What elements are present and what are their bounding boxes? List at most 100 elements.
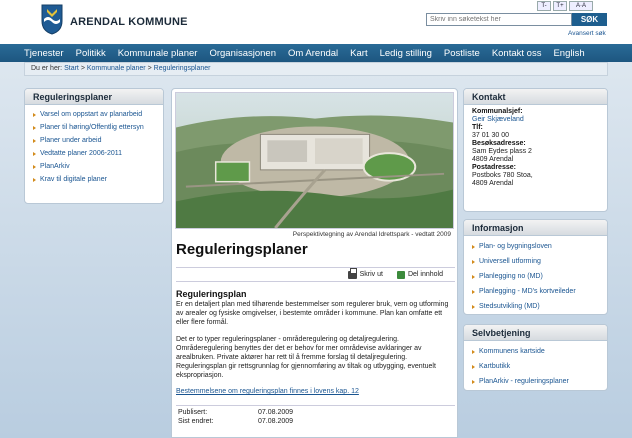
left-menu-item-label[interactable]: PlanArkiv <box>40 163 70 170</box>
phone-value: 37 01 30 00 <box>472 132 509 139</box>
print-label: Skriv ut <box>359 271 383 278</box>
published-row: Publisert: 07.08.2009 <box>176 409 455 418</box>
sports-park-perspective-image <box>175 92 454 229</box>
left-menu-item[interactable]: Varsel om oppstart av planarbeid <box>33 108 155 121</box>
contact-panel: Kontakt Kommunalsjef: Geir Skjæveland Tl… <box>463 88 608 212</box>
font-increase-button[interactable]: T+ <box>553 1 567 11</box>
information-list: Plan- og bygningsloven Universell utform… <box>464 236 607 314</box>
edited-label: Sist endret: <box>178 418 214 425</box>
arrow-bullet-icon <box>472 244 475 249</box>
left-menu-item-label[interactable]: Varsel om oppstart av planarbeid <box>40 111 142 118</box>
left-menu-item[interactable]: Krav til digitale planer <box>33 173 155 186</box>
publish-meta: Publisert: 07.08.2009 Sist endret: 07.08… <box>176 405 455 427</box>
info-item[interactable]: Stedsutvikling (MD) <box>472 299 599 314</box>
arrow-bullet-icon <box>33 112 36 117</box>
arrow-bullet-icon <box>472 289 475 294</box>
arrow-bullet-icon <box>33 125 36 130</box>
printer-icon <box>347 267 357 279</box>
breadcrumb-kommunale-planer[interactable]: Kommunale planer <box>87 65 146 72</box>
arrow-bullet-icon <box>472 349 475 354</box>
nav-kommunale-planer[interactable]: Kommunale planer <box>118 48 198 59</box>
contact-person-link[interactable]: Geir Skjæveland <box>472 116 524 123</box>
contact-details: Kommunalsjef: Geir Skjæveland Tlf: 37 01… <box>464 105 607 191</box>
breadcrumb-prefix: Du er her: <box>31 65 63 72</box>
information-panel: Informasjon Plan- og bygningsloven Unive… <box>463 219 608 315</box>
info-item[interactable]: Plan- og bygningsloven <box>472 239 599 254</box>
edited-row: Sist endret: 07.08.2009 <box>176 418 455 427</box>
arrow-bullet-icon <box>33 151 36 156</box>
nav-tjenester[interactable]: Tjenester <box>24 48 64 59</box>
section-heading: Reguleringsplan <box>176 289 247 299</box>
arrow-bullet-icon <box>33 177 36 182</box>
nav-ledig-stilling[interactable]: Ledig stilling <box>380 48 432 59</box>
page-tools: Skriv ut Del innhold <box>176 267 455 282</box>
info-item-label[interactable]: Universell utforming <box>479 258 541 265</box>
self-service-list: Kommunens kartside Kartbutikk PlanArkiv … <box>464 341 607 390</box>
edited-value: 07.08.2009 <box>258 418 294 425</box>
nav-organisasjonen[interactable]: Organisasjonen <box>209 48 276 59</box>
visit-address-line2: 4809 Arendal <box>472 156 514 163</box>
published-value: 07.08.2009 <box>258 409 294 416</box>
nav-kontakt-oss[interactable]: Kontakt oss <box>492 48 542 59</box>
font-decrease-button[interactable]: T- <box>537 1 551 11</box>
intro-paragraph: Er en detaljert plan med tilhørende best… <box>176 301 449 326</box>
search-input[interactable] <box>426 13 572 26</box>
font-reset-button[interactable]: A·A <box>569 1 593 11</box>
main-content: Perspektivtegning av Arendal Idrettspark… <box>171 88 458 438</box>
advanced-search-link[interactable]: Avansert søk <box>568 30 606 37</box>
law-chapter-link[interactable]: Bestemmelsene om reguleringsplan finnes … <box>176 388 359 395</box>
nav-postliste[interactable]: Postliste <box>444 48 480 59</box>
published-label: Publisert: <box>178 409 208 416</box>
left-menu-panel: Reguleringsplaner Varsel om oppstart av … <box>24 88 164 204</box>
post-address-line1: Postboks 780 Stoa, <box>472 172 533 179</box>
print-button[interactable]: Skriv ut <box>347 267 383 279</box>
site-header: ARENDAL KOMMUNE T- T+ A·A SØK Avansert s… <box>0 0 632 44</box>
info-item-label[interactable]: Planlegging - MD's kortveileder <box>479 288 576 295</box>
nav-om-arendal[interactable]: Om Arendal <box>288 48 338 59</box>
breadcrumb-reguleringsplaner[interactable]: Reguleringsplaner <box>154 65 211 72</box>
self-service-panel: Selvbetjening Kommunens kartside Kartbut… <box>463 324 608 391</box>
self-service-item[interactable]: PlanArkiv - reguleringsplaner <box>472 374 599 389</box>
site-name[interactable]: ARENDAL KOMMUNE <box>70 16 188 28</box>
left-menu-item-label[interactable]: Vedtatte planer 2006-2011 <box>40 150 122 157</box>
left-menu-item-label[interactable]: Planer under arbeid <box>40 137 102 144</box>
nav-kart[interactable]: Kart <box>350 48 367 59</box>
image-caption: Perspektivtegning av Arendal Idrettspark… <box>292 231 451 238</box>
self-service-item-label[interactable]: Kommunens kartside <box>479 348 545 355</box>
search-button[interactable]: SØK <box>572 13 607 26</box>
nav-politikk[interactable]: Politikk <box>76 48 106 59</box>
main-navigation: Tjenester Politikk Kommunale planer Orga… <box>0 44 632 62</box>
body-paragraph: Det er to typer reguleringsplaner - områ… <box>176 336 436 379</box>
phone-label: Tlf: <box>472 124 483 131</box>
nav-english[interactable]: English <box>553 48 584 59</box>
info-item[interactable]: Universell utforming <box>472 254 599 269</box>
left-menu-item-label[interactable]: Planer til høring/Offentlig ettersyn <box>40 124 144 131</box>
contact-role-label: Kommunalsjef: <box>472 108 523 115</box>
page-title: Reguleringsplaner <box>176 241 308 258</box>
left-menu-item[interactable]: Planer under arbeid <box>33 134 155 147</box>
font-size-controls: T- T+ A·A <box>537 1 593 11</box>
info-item[interactable]: Planlegging - MD's kortveileder <box>472 284 599 299</box>
breadcrumb: Du er her: Start > Kommunale planer > Re… <box>24 62 608 76</box>
information-title: Informasjon <box>464 220 607 236</box>
info-item-label[interactable]: Stedsutvikling (MD) <box>479 303 540 310</box>
info-item-label[interactable]: Plan- og bygningsloven <box>479 243 552 250</box>
left-menu-item-label[interactable]: Krav til digitale planer <box>40 176 107 183</box>
arrow-bullet-icon <box>472 259 475 264</box>
visit-address-line1: Sam Eydes plass 2 <box>472 148 532 155</box>
left-menu-list: Varsel om oppstart av planarbeid Planer … <box>25 105 163 189</box>
breadcrumb-start[interactable]: Start <box>64 65 79 72</box>
contact-title: Kontakt <box>464 89 607 105</box>
info-item[interactable]: Planlegging no (MD) <box>472 269 599 284</box>
share-button[interactable]: Del innhold <box>396 270 443 279</box>
municipal-crest-logo[interactable] <box>40 3 64 35</box>
info-item-label[interactable]: Planlegging no (MD) <box>479 273 543 280</box>
left-menu-item[interactable]: Planer til høring/Offentlig ettersyn <box>33 121 155 134</box>
self-service-item-label[interactable]: PlanArkiv - reguleringsplaner <box>479 378 569 385</box>
left-menu-item[interactable]: PlanArkiv <box>33 160 155 173</box>
self-service-item[interactable]: Kommunens kartside <box>472 344 599 359</box>
self-service-item-label[interactable]: Kartbutikk <box>479 363 510 370</box>
share-icon <box>396 270 405 279</box>
self-service-item[interactable]: Kartbutikk <box>472 359 599 374</box>
left-menu-item[interactable]: Vedtatte planer 2006-2011 <box>33 147 155 160</box>
